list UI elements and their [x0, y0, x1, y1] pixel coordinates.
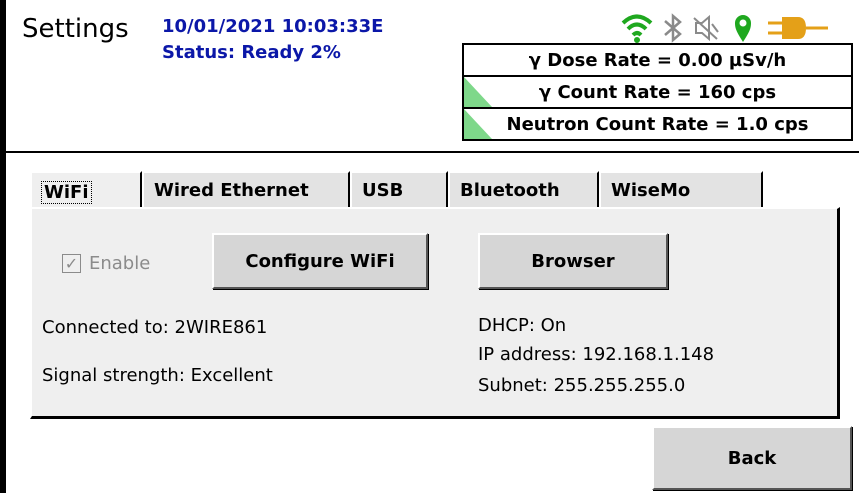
checkbox-box: ✓ — [62, 254, 81, 273]
tab-label: Bluetooth — [460, 179, 560, 201]
datetime-display: 10/01/2021 10:03:33E — [162, 16, 384, 37]
tab-bluetooth[interactable]: Bluetooth — [448, 171, 599, 207]
sound-muted-icon — [692, 12, 720, 44]
green-indicator — [464, 77, 492, 107]
settings-screen: Settings 10/01/2021 10:03:33E Status: Re… — [6, 0, 859, 493]
tab-label: WiseMo — [611, 179, 691, 201]
button-label: Browser — [531, 250, 615, 272]
browser-button[interactable]: Browser — [478, 233, 668, 289]
gamma-dose-rate-text: γ Dose Rate = 0.00 µSv/h — [528, 49, 787, 71]
configure-wifi-button[interactable]: Configure WiFi — [212, 233, 428, 289]
enable-label: Enable — [89, 253, 151, 274]
tab-wifi[interactable]: WiFi — [30, 171, 142, 211]
readings-panel: γ Dose Rate = 0.00 µSv/h γ Count Rate = … — [462, 43, 853, 141]
button-label: Configure WiFi — [245, 250, 395, 272]
tab-usb[interactable]: USB — [350, 171, 448, 207]
tab-wisemo[interactable]: WiseMo — [599, 171, 763, 207]
tab-label: WiFi — [41, 180, 92, 204]
ip-address-text: IP address: 192.168.1.148 — [478, 344, 715, 365]
status-text: Status: Ready 2% — [162, 42, 341, 63]
gamma-dose-rate: γ Dose Rate = 0.00 µSv/h — [462, 43, 853, 77]
enable-checkbox[interactable]: ✓ Enable — [62, 253, 150, 274]
status-icons — [620, 12, 852, 44]
subnet-text: Subnet: 255.255.255.0 — [478, 375, 686, 396]
connected-to-text: Connected to: 2WIRE861 — [42, 317, 268, 338]
gamma-count-rate: γ Count Rate = 160 cps — [462, 75, 853, 109]
tab-label: Wired Ethernet — [154, 179, 309, 201]
bluetooth-icon — [662, 12, 684, 44]
page-title: Settings — [22, 14, 129, 44]
signal-strength-text: Signal strength: Excellent — [42, 365, 273, 386]
gamma-count-rate-text: γ Count Rate = 160 cps — [538, 81, 777, 103]
gps-icon — [732, 12, 754, 44]
power-plug-icon — [768, 12, 852, 44]
wifi-panel: ✓ Enable Configure WiFi Browser Connecte… — [30, 207, 840, 419]
header: Settings 10/01/2021 10:03:33E Status: Re… — [6, 0, 859, 152]
button-label: Back — [727, 447, 777, 469]
wifi-icon — [620, 12, 654, 44]
tab-bar: WiFi Wired Ethernet USB Bluetooth WiseMo — [30, 171, 840, 211]
tab-wired-ethernet[interactable]: Wired Ethernet — [142, 171, 350, 207]
tab-label: USB — [362, 179, 404, 201]
dhcp-text: DHCP: On — [478, 315, 567, 336]
settings-body: WiFi Wired Ethernet USB Bluetooth WiseMo… — [6, 153, 859, 493]
green-indicator — [464, 109, 492, 139]
neutron-count-rate-text: Neutron Count Rate = 1.0 cps — [506, 113, 809, 135]
neutron-count-rate: Neutron Count Rate = 1.0 cps — [462, 107, 853, 141]
back-button[interactable]: Back — [652, 426, 852, 490]
